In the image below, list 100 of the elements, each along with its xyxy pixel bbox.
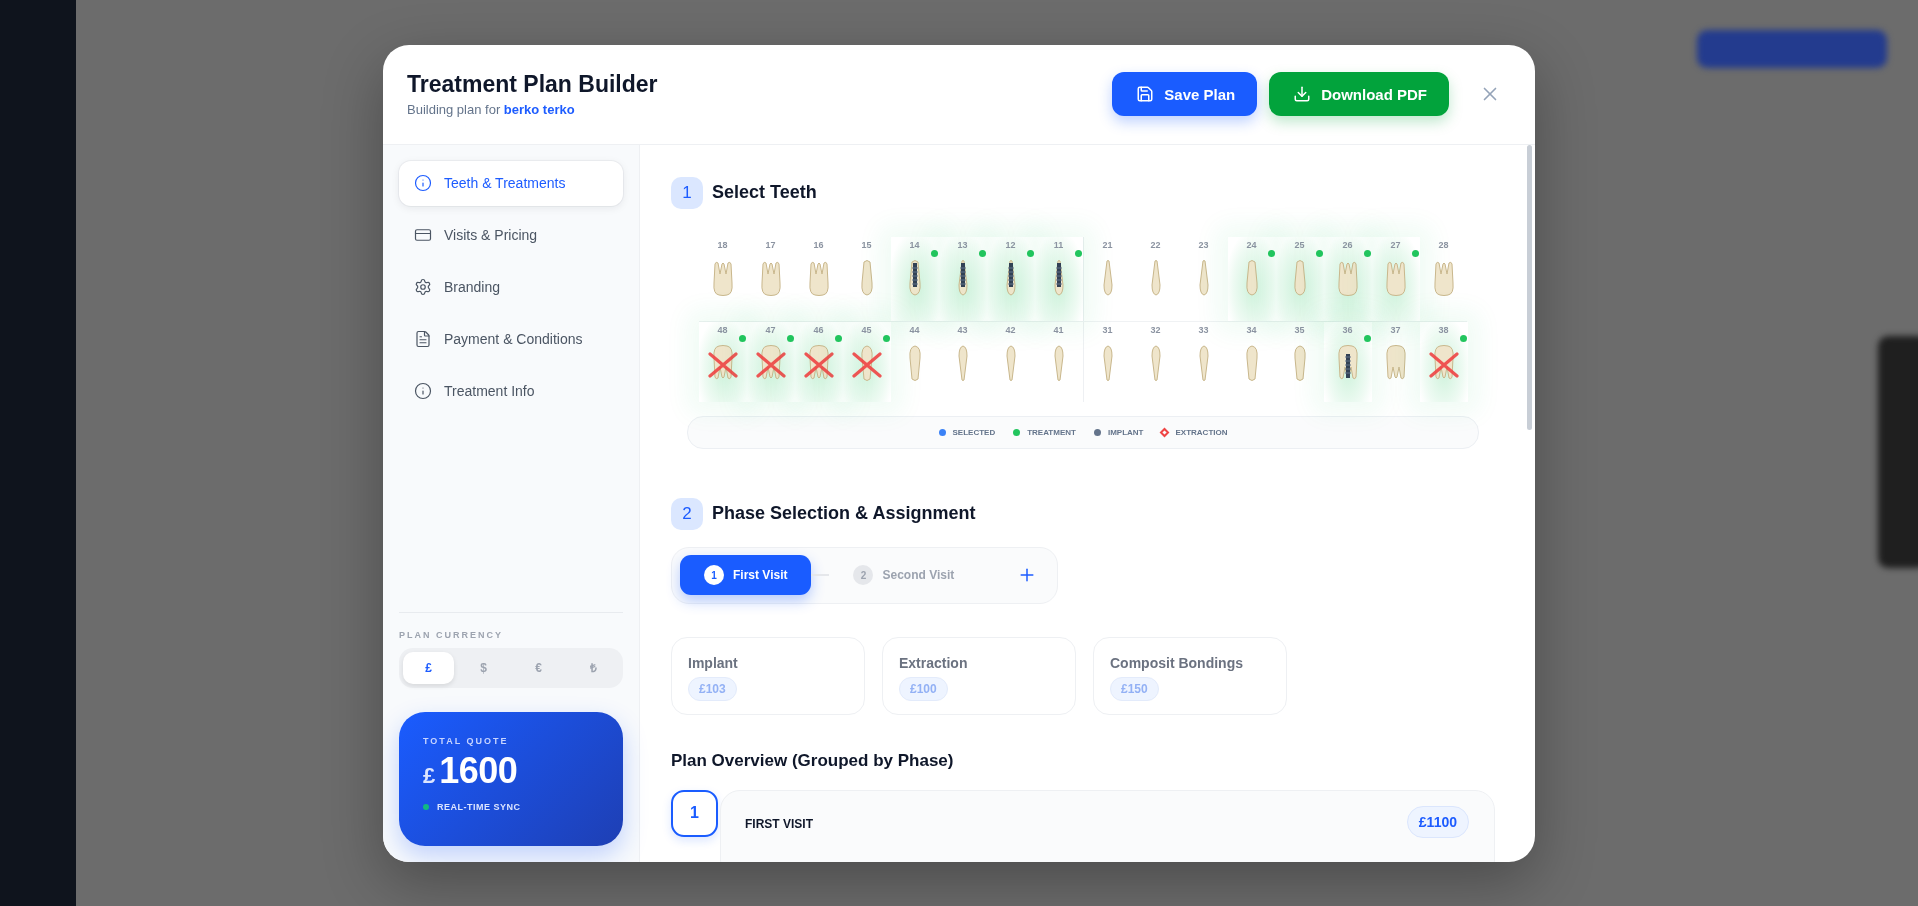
- treatment-card[interactable]: Implant £103: [671, 636, 865, 715]
- currency-symbol: £: [423, 762, 436, 789]
- currency-option[interactable]: ₺: [568, 651, 619, 684]
- dialog-title: Treatment Plan Builder: [407, 71, 658, 98]
- dialog-subtitle: Building plan for berko terko: [407, 102, 576, 117]
- tooth-cell[interactable]: 12: [986, 236, 1035, 321]
- tooth-number: 17: [765, 239, 776, 250]
- tooth-number: 38: [1438, 324, 1449, 335]
- tooth-number: 21: [1102, 239, 1113, 250]
- tooth-cell[interactable]: 34: [1227, 321, 1276, 402]
- phase-name: FIRST VISIT: [745, 816, 813, 831]
- tooth-cell[interactable]: 18: [698, 236, 747, 321]
- treatment-card[interactable]: Composit Bondings £150: [1093, 636, 1287, 715]
- treatment-price: £150: [1110, 676, 1159, 701]
- tooth-icon: [1383, 343, 1408, 382]
- section-title: Phase Selection & Assignment: [712, 503, 976, 524]
- document-icon: [414, 330, 432, 348]
- tooth-number: 32: [1150, 324, 1161, 335]
- tooth-cell[interactable]: 33: [1179, 321, 1228, 402]
- tooth-number: 35: [1294, 324, 1305, 335]
- tooth-number: 44: [909, 324, 920, 335]
- tooth-number: 31: [1102, 324, 1113, 335]
- phase-number: 1: [704, 565, 724, 585]
- nav-item[interactable]: Branding: [399, 264, 623, 310]
- save-button[interactable]: Save Plan: [1112, 72, 1258, 116]
- tooth-number: 14: [909, 239, 920, 250]
- tooth-number: 26: [1342, 239, 1353, 250]
- tooth-number: 28: [1438, 239, 1449, 250]
- tooth-number: 34: [1246, 324, 1257, 335]
- currency-option[interactable]: £: [403, 651, 454, 684]
- tooth-number: 47: [765, 324, 776, 335]
- nav-item[interactable]: Payment & Conditions: [399, 316, 623, 362]
- tooth-cell[interactable]: 46: [794, 321, 843, 402]
- tooth-number: 22: [1150, 239, 1161, 250]
- step-number: 2: [671, 497, 703, 530]
- tooth-cell[interactable]: 44: [890, 321, 939, 402]
- tooth-cell[interactable]: 16: [794, 236, 843, 321]
- legend-label: TREATMENT: [1027, 427, 1076, 437]
- treatment-card[interactable]: Extraction £100: [882, 636, 1076, 715]
- tooth-number: 12: [1005, 239, 1016, 250]
- tooth-cell[interactable]: 25: [1275, 236, 1324, 321]
- tooth-cell[interactable]: 15: [842, 236, 891, 321]
- tooth-cell[interactable]: 27: [1371, 236, 1420, 321]
- tooth-number: 18: [717, 239, 728, 250]
- tooth-number: 15: [861, 239, 872, 250]
- tooth-cell[interactable]: 28: [1419, 236, 1468, 321]
- tooth-number: 25: [1294, 239, 1305, 250]
- legend-label: SELECTED: [952, 427, 996, 437]
- tooth-number: 45: [861, 324, 872, 335]
- tooth-number: 23: [1198, 239, 1209, 250]
- tooth-number: 13: [957, 239, 968, 250]
- section-title: Select Teeth: [712, 182, 817, 203]
- tooth-cell[interactable]: 42: [986, 321, 1035, 402]
- sync-dot: [423, 803, 429, 810]
- currency-label: PLAN CURRENCY: [399, 629, 504, 640]
- tooth-number: 42: [1005, 324, 1016, 335]
- phase-tab[interactable]: 2 Second Visit: [829, 555, 979, 595]
- tooth-cell[interactable]: 37: [1371, 321, 1420, 402]
- tooth-cell[interactable]: 38: [1419, 321, 1468, 402]
- tooth-cell[interactable]: 35: [1275, 321, 1324, 402]
- tooth-cell[interactable]: 21: [1083, 236, 1132, 321]
- scrollbar-thumb[interactable]: [1527, 144, 1532, 430]
- tooth-cell[interactable]: 14: [890, 236, 939, 321]
- tooth-number: 11: [1053, 239, 1064, 250]
- settings-icon: [414, 278, 432, 296]
- currency-option[interactable]: $: [458, 651, 509, 684]
- total-amount: 1600: [439, 749, 518, 792]
- tooth-cell[interactable]: 24: [1227, 236, 1276, 321]
- currency-option[interactable]: €: [513, 651, 564, 684]
- tooth-cell[interactable]: 41: [1034, 321, 1083, 402]
- tooth-cell[interactable]: 45: [842, 321, 891, 402]
- legend-label: EXTRACTION: [1175, 427, 1228, 437]
- tooth-cell[interactable]: 47: [746, 321, 795, 402]
- tooth-cell[interactable]: 17: [746, 236, 795, 321]
- tooth-number: 41: [1053, 324, 1064, 335]
- tooth-cell[interactable]: 23: [1179, 236, 1228, 321]
- tooth-cell[interactable]: 13: [938, 236, 987, 321]
- tooth-number: 24: [1246, 239, 1257, 250]
- tooth-cell[interactable]: 11: [1034, 236, 1083, 321]
- step-number: 1: [671, 176, 703, 209]
- treatment-name: Extraction: [899, 654, 968, 671]
- tooth-cell[interactable]: 48: [698, 321, 747, 402]
- tooth-cell[interactable]: 36: [1323, 321, 1372, 402]
- tooth-cell[interactable]: 43: [938, 321, 987, 402]
- nav-item[interactable]: Visits & Pricing: [399, 212, 623, 258]
- tooth-cell[interactable]: 32: [1131, 321, 1180, 402]
- nav-item[interactable]: Treatment Info: [399, 368, 623, 414]
- tooth-number: 43: [957, 324, 968, 335]
- phase-number: 1: [671, 789, 718, 837]
- phase-tab[interactable]: 1 First Visit: [680, 555, 812, 595]
- nav-item[interactable]: Teeth & Treatments: [399, 160, 623, 206]
- info-icon: [414, 174, 432, 192]
- tooth-cell[interactable]: 22: [1131, 236, 1180, 321]
- tooth-cell[interactable]: 26: [1323, 236, 1372, 321]
- tooth-cell[interactable]: 31: [1083, 321, 1132, 402]
- treatment-name: Composit Bondings: [1110, 654, 1243, 671]
- tooth-number: 37: [1390, 324, 1401, 335]
- tooth-number: 36: [1342, 324, 1353, 335]
- download-button[interactable]: Download PDF: [1269, 72, 1449, 116]
- tooth-number: 48: [717, 324, 728, 335]
